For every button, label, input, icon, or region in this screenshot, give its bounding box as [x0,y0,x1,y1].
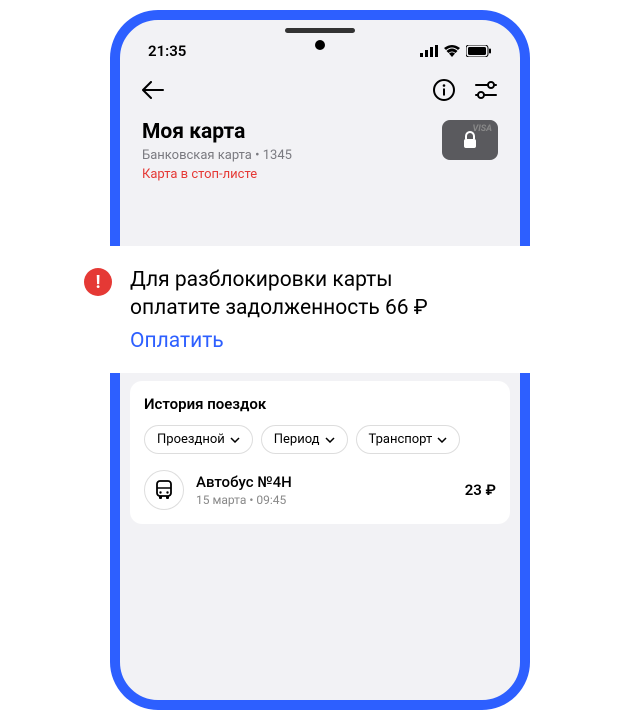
filter-transport[interactable]: Транспорт [356,425,461,454]
trip-price: 23 ₽ [465,481,496,499]
card-section: Моя карта Банковская карта • 1345 Карта … [120,116,520,198]
battery-icon [466,45,492,57]
filter-period[interactable]: Период [261,425,348,454]
card-subtitle: Банковская карта • 1345 [142,148,292,163]
trip-date: 15 марта • 09:45 [196,493,453,507]
info-button[interactable] [432,78,456,106]
chevron-down-icon [437,437,447,443]
card-lock-badge[interactable]: VISA [442,120,498,160]
card-title: Моя карта [142,120,292,144]
card-status: Карта в стоп-листе [142,167,292,182]
notch-camera [315,40,325,50]
trip-name: Автобус №4Н [196,473,453,491]
notch-speaker [285,28,355,33]
callout-line2: оплатите задолженность 66 ₽ [130,294,428,322]
alert-icon: ! [84,268,112,296]
history-title: История поездок [144,395,496,413]
history-section: История поездок Проездной Период Транспо… [130,381,510,524]
status-time: 21:35 [148,42,186,60]
bus-icon [154,479,174,501]
chevron-down-icon [230,437,240,443]
pay-link[interactable]: Оплатить [130,329,224,353]
trip-icon [144,470,184,510]
wifi-icon [444,45,460,57]
trip-row[interactable]: Автобус №4Н 15 марта • 09:45 23 ₽ [144,470,496,510]
chevron-down-icon [325,437,335,443]
callout-line1: Для разблокировки карты [130,266,428,294]
app-header [120,64,520,116]
unlock-callout: ! Для разблокировки карты оплатите задол… [62,246,578,373]
filter-pass[interactable]: Проездной [144,425,253,454]
card-brand: VISA [473,124,493,134]
signal-icon [420,45,438,57]
back-button[interactable] [142,81,164,103]
settings-button[interactable] [474,80,498,104]
